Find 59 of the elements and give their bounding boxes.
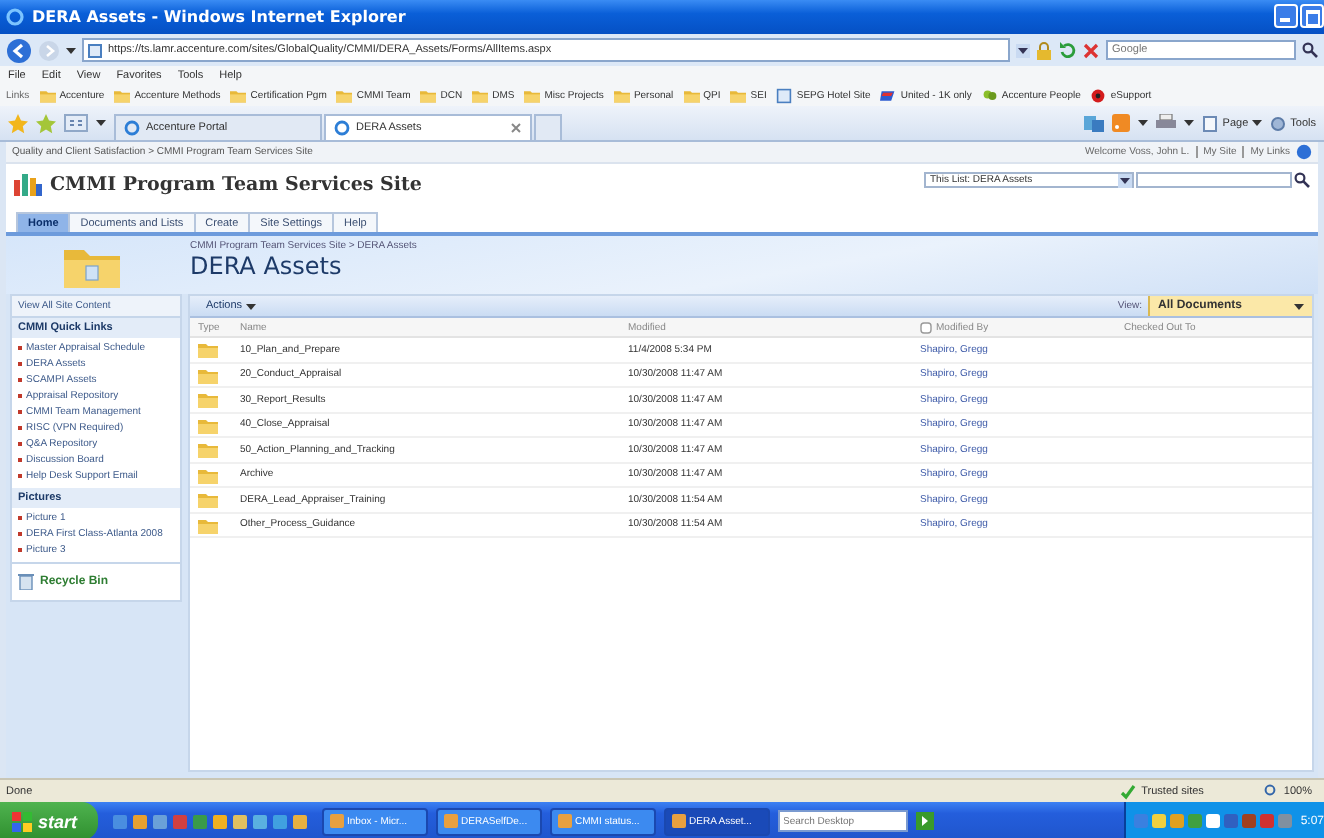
back-button-icon[interactable] <box>6 37 32 63</box>
dropdown-icon <box>1118 173 1132 187</box>
folder-icon <box>198 490 218 509</box>
trash-icon <box>18 572 34 590</box>
caret-icon <box>1252 120 1263 126</box>
folder-icon <box>198 515 218 534</box>
stop-icon[interactable] <box>1082 41 1100 59</box>
folder-icon <box>198 465 218 484</box>
flag-icon <box>880 88 897 104</box>
caret-icon[interactable] <box>96 120 106 126</box>
folder-icon <box>198 440 218 459</box>
tab-list-icon[interactable] <box>64 114 88 132</box>
windows-logo-icon <box>12 811 32 831</box>
folder-icon <box>613 88 630 104</box>
folder-icon <box>420 88 437 104</box>
new-tab-button[interactable] <box>534 114 562 140</box>
search-icon[interactable] <box>1302 42 1318 58</box>
close-icon[interactable] <box>510 122 522 134</box>
caret-icon <box>1294 303 1304 309</box>
window-title: DERA Assets - Windows Internet Explorer <box>32 8 408 26</box>
app-icon <box>671 814 686 828</box>
add-favorite-icon[interactable] <box>36 113 56 133</box>
dropdown-icon[interactable] <box>1016 43 1030 57</box>
site-title: CMMI Program Team Services Site <box>50 173 424 195</box>
folder-icon <box>198 365 218 384</box>
print-icon[interactable] <box>1156 114 1177 132</box>
refresh-icon[interactable] <box>1058 41 1076 59</box>
caret-icon[interactable] <box>1184 120 1195 126</box>
search-field[interactable] <box>1136 172 1292 188</box>
folder-icon <box>683 88 700 104</box>
site-logo-icon <box>14 172 42 196</box>
page-icon <box>88 43 102 57</box>
folder-icon <box>198 415 218 434</box>
maximize-button[interactable] <box>1300 4 1324 28</box>
favorites-star-icon[interactable] <box>8 113 28 133</box>
lock-icon <box>1036 41 1052 59</box>
folder-icon <box>230 88 247 104</box>
folder-icon <box>114 88 131 104</box>
folder-icon <box>730 88 747 104</box>
checkmark-icon <box>1119 783 1136 799</box>
go-button-icon[interactable] <box>915 812 934 830</box>
folder-icon <box>39 88 56 104</box>
folder-icon <box>336 88 353 104</box>
page-title: DERA Assets <box>190 252 344 280</box>
folder-icon <box>524 88 541 104</box>
app-icon <box>443 814 458 828</box>
caret-icon <box>246 303 257 309</box>
folder-icon <box>198 340 218 359</box>
feed-icon[interactable] <box>1112 114 1131 132</box>
minimize-button[interactable] <box>1274 4 1298 28</box>
caret-icon[interactable] <box>1138 120 1149 126</box>
page-icon <box>776 88 793 104</box>
app-icon <box>329 814 344 828</box>
page-icon <box>1202 115 1219 131</box>
folder-icon <box>472 88 489 104</box>
app-icon <box>557 814 572 828</box>
folder-icon <box>198 390 218 409</box>
search-icon[interactable] <box>1294 172 1310 188</box>
caret-icon[interactable] <box>66 47 76 53</box>
